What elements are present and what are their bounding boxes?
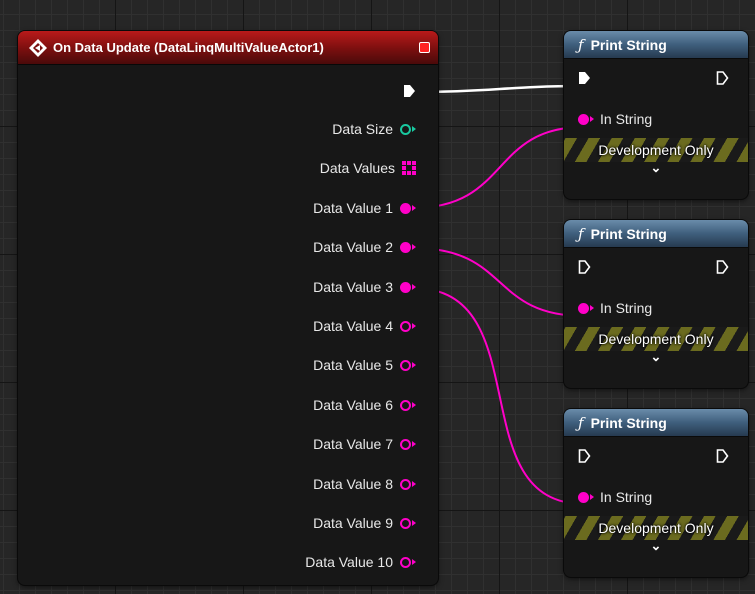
pin-label: Data Value 1 (313, 200, 393, 216)
string-pin-circle[interactable] (400, 556, 411, 568)
exec-input-pin[interactable] (578, 70, 591, 86)
string-pin-circle[interactable] (400, 281, 411, 293)
pin-row-data-value-10: Data Value 10 (305, 552, 416, 572)
pin-arrow-icon (590, 494, 594, 500)
pin-arrow-icon (412, 520, 416, 526)
pin-label: Data Size (332, 121, 393, 137)
string-pin-circle[interactable] (578, 491, 589, 503)
pin-label: Data Value 7 (313, 436, 393, 452)
event-node-header[interactable]: On Data Update (DataLinqMultiValueActor1… (18, 31, 438, 65)
print-string-header[interactable]: ƒ Print String (564, 409, 748, 437)
in-string-label: In String (600, 111, 653, 127)
wire-data-value-1 (412, 126, 585, 209)
pin-label: Data Value 4 (313, 318, 393, 334)
string-pin-circle[interactable] (400, 359, 411, 371)
pin-row-data-value-7: Data Value 7 (313, 434, 416, 454)
string-pin-circle[interactable] (400, 241, 411, 253)
pin-label: Data Values (319, 160, 395, 176)
exec-input-pin[interactable] (578, 259, 591, 275)
pin-arrow-icon (590, 305, 594, 311)
exec-output-row (403, 81, 416, 101)
function-icon: ƒ (578, 35, 584, 54)
integer-pin-circle[interactable] (400, 123, 411, 135)
pin-row-data-value-8: Data Value 8 (313, 474, 416, 494)
string-pin-circle[interactable] (578, 302, 589, 314)
event-diamond-icon (28, 38, 48, 58)
pin-row-data-value-6: Data Value 6 (313, 395, 416, 415)
expand-chevron-icon[interactable]: ⌄ (564, 538, 748, 554)
pin-label: Data Value 5 (313, 357, 393, 373)
exec-output-pin[interactable] (716, 70, 729, 86)
string-pin-circle[interactable] (400, 202, 411, 214)
pin-label: Data Value 6 (313, 397, 393, 413)
pin-label: Data Value 10 (305, 554, 393, 570)
delegate-output-pin[interactable] (419, 42, 430, 53)
exec-input-pin[interactable] (578, 448, 591, 464)
print-string-title: Print String (590, 225, 667, 242)
exec-output-pin[interactable] (716, 259, 729, 275)
print-string-header[interactable]: ƒ Print String (564, 31, 748, 59)
pin-row-data-value-5: Data Value 5 (313, 355, 416, 375)
pin-row-data-size: Data Size (332, 119, 416, 139)
development-only-badge: Development Only (564, 327, 748, 351)
pin-label: Data Value 9 (313, 515, 393, 531)
string-pin-circle[interactable] (400, 320, 411, 332)
expand-chevron-icon[interactable]: ⌄ (564, 160, 748, 176)
exec-output-pin[interactable] (403, 83, 416, 99)
pin-arrow-icon (412, 126, 416, 132)
array-pin-icon[interactable] (402, 161, 416, 175)
pin-arrow-icon (412, 323, 416, 329)
pin-arrow-icon (412, 402, 416, 408)
pin-arrow-icon (412, 559, 416, 565)
print-string-title: Print String (590, 414, 667, 431)
in-string-row: In String (578, 300, 652, 316)
pin-label: Data Value 3 (313, 279, 393, 295)
pin-row-data-value-3: Data Value 3 (313, 277, 416, 297)
pin-row-data-value-2: Data Value 2 (313, 237, 416, 257)
pin-label: Data Value 2 (313, 239, 393, 255)
pin-arrow-icon (412, 244, 416, 250)
development-only-badge: Development Only (564, 516, 748, 540)
function-icon: ƒ (578, 413, 584, 432)
pin-arrow-icon (412, 205, 416, 211)
pin-arrow-icon (412, 362, 416, 368)
print-string-header[interactable]: ƒ Print String (564, 220, 748, 248)
in-string-label: In String (600, 300, 653, 316)
exec-wire (419, 84, 583, 94)
pin-row-data-value-4: Data Value 4 (313, 316, 416, 336)
print-string-node-2[interactable]: ƒ Print String In String Development Onl… (564, 220, 748, 388)
expand-chevron-icon[interactable]: ⌄ (564, 349, 748, 365)
pin-arrow-icon (590, 116, 594, 122)
development-only-badge: Development Only (564, 138, 748, 162)
string-pin-circle[interactable] (400, 517, 411, 529)
event-node-title: On Data Update (DataLinqMultiValueActor1… (53, 40, 324, 55)
print-string-node-3[interactable]: ƒ Print String In String Development Onl… (564, 409, 748, 577)
event-node-on-data-update[interactable]: On Data Update (DataLinqMultiValueActor1… (18, 31, 438, 585)
string-pin-circle[interactable] (400, 438, 411, 450)
pin-label: Data Value 8 (313, 476, 393, 492)
pin-row-data-values: Data Values (320, 158, 416, 178)
pin-arrow-icon (412, 284, 416, 290)
function-icon: ƒ (578, 224, 584, 243)
pin-arrow-icon (412, 481, 416, 487)
pin-arrow-icon (412, 441, 416, 447)
string-pin-circle[interactable] (578, 113, 589, 125)
string-pin-circle[interactable] (400, 399, 411, 411)
print-string-title: Print String (590, 36, 667, 53)
exec-output-pin[interactable] (716, 448, 729, 464)
wire-data-value-2 (412, 247, 585, 317)
pin-row-data-value-9: Data Value 9 (313, 513, 416, 533)
wire-data-value-3 (412, 287, 585, 505)
in-string-row: In String (578, 489, 652, 505)
in-string-label: In String (600, 489, 653, 505)
in-string-row: In String (578, 111, 652, 127)
string-pin-circle[interactable] (400, 478, 411, 490)
pin-row-data-value-1: Data Value 1 (313, 198, 416, 218)
print-string-node-1[interactable]: ƒ Print String In String Development Onl… (564, 31, 748, 199)
